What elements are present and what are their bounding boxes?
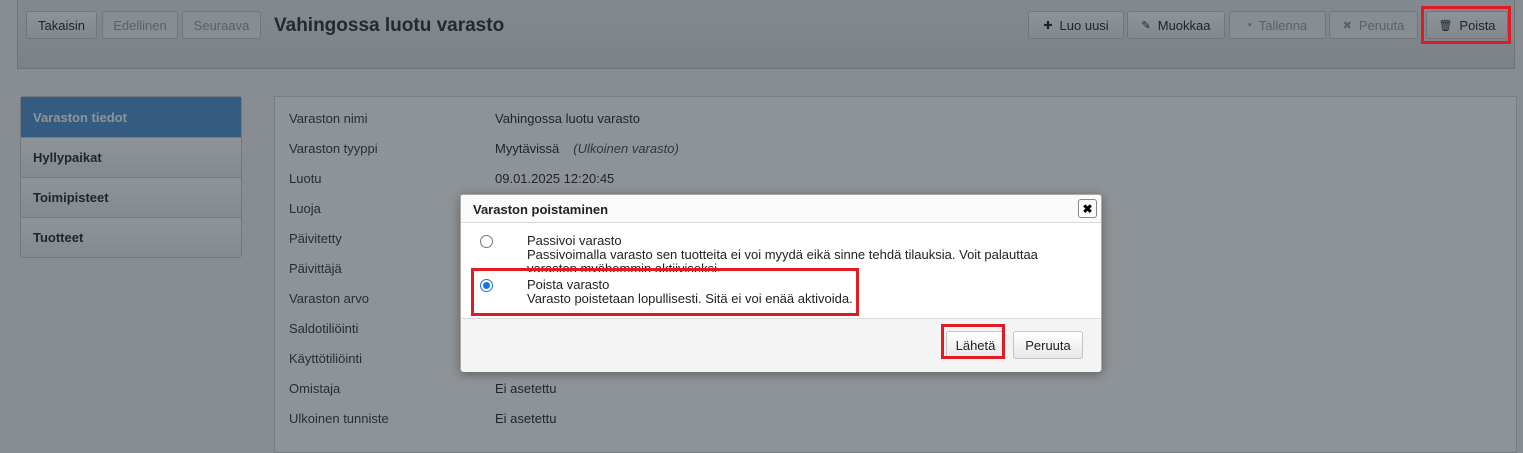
option-deactivate-title: Passivoi varasto xyxy=(527,233,622,248)
dialog-title: Varaston poistaminen xyxy=(473,202,609,217)
option-delete-description: Varasto poistetaan lopullisesti. Sitä ei… xyxy=(527,292,853,306)
close-icon[interactable]: ✖ xyxy=(1078,199,1097,218)
radio-delete[interactable] xyxy=(480,279,493,292)
dialog-header: Varaston poistaminen ✖ xyxy=(461,195,1101,223)
option-deactivate-description: Passivoimalla varasto sen tuotteita ei v… xyxy=(527,248,1038,272)
option-delete-title: Poista varasto xyxy=(527,277,610,292)
delete-warehouse-dialog: Varaston poistaminen ✖ Passivoi varasto … xyxy=(460,194,1102,372)
radio-deactivate[interactable] xyxy=(480,235,493,248)
dialog-cancel-label: Peruuta xyxy=(1025,337,1071,353)
submit-label: Lähetä xyxy=(955,337,996,353)
dialog-footer: Lähetä Peruuta xyxy=(461,318,1101,372)
submit-button[interactable]: Lähetä xyxy=(946,331,1005,359)
dialog-cancel-button[interactable]: Peruuta xyxy=(1013,331,1083,359)
option-deactivate[interactable]: Passivoi varasto Passivoimalla varasto s… xyxy=(472,233,1072,272)
option-delete[interactable]: Poista varasto Varasto poistetaan lopull… xyxy=(472,277,1072,311)
